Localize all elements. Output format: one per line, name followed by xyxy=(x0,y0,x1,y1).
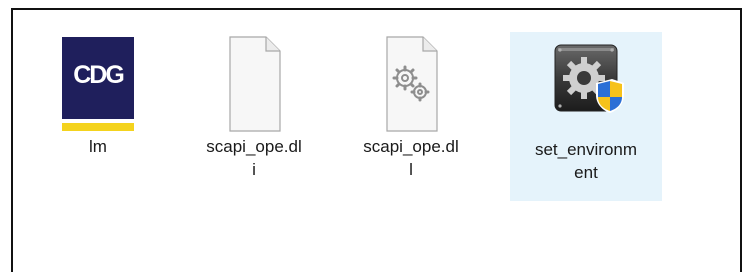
file-scapi-ope-dli[interactable]: scapi_ope.dli xyxy=(206,34,302,181)
file-scapi-ope-dll[interactable]: scapi_ope.dll xyxy=(363,34,459,181)
cdg-logo-icon: CDG xyxy=(60,34,136,134)
file-set-environment[interactable]: set_environment xyxy=(510,32,662,201)
gear-document-icon xyxy=(373,34,449,134)
file-explorer-view: CDG lm scapi_ope.dli scapi_ope.dll set_e… xyxy=(11,8,742,272)
file-name: scapi_ope.dll xyxy=(363,137,459,179)
file-name: scapi_ope.dli xyxy=(206,137,302,179)
file-name: lm xyxy=(89,137,107,156)
file-lm[interactable]: CDG lm xyxy=(50,34,146,158)
file-name: set_environment xyxy=(534,140,638,182)
blank-document-icon xyxy=(216,34,292,134)
logo-text: CDG xyxy=(73,61,125,89)
admin-gear-shield-icon xyxy=(548,35,624,135)
